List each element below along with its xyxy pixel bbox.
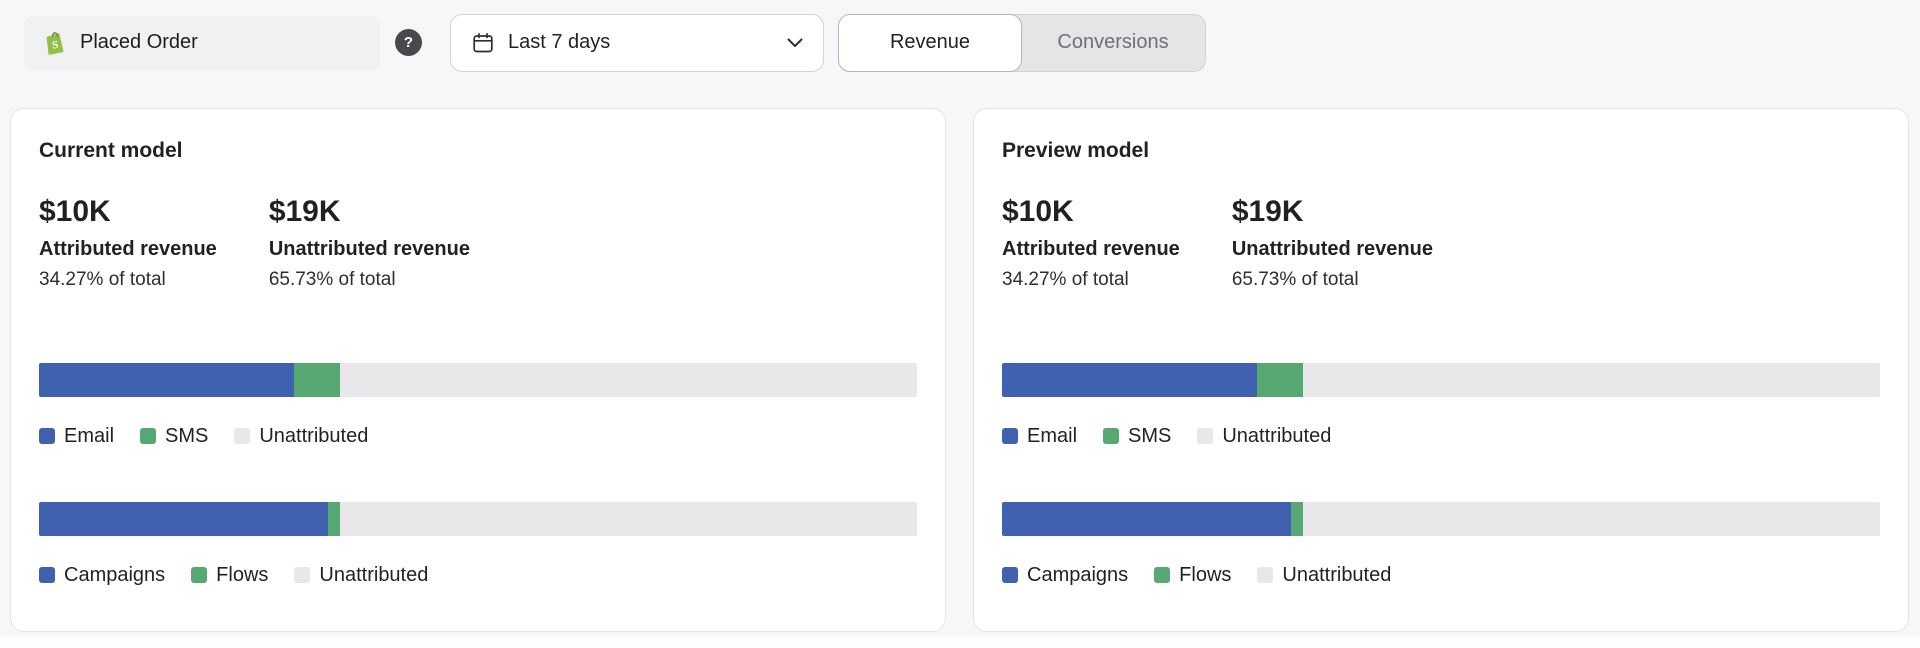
legend-label: SMS bbox=[1128, 425, 1171, 448]
date-range-dropdown[interactable]: Last 7 days bbox=[450, 14, 824, 72]
bar-segment-unattributed bbox=[1303, 363, 1880, 397]
legend-item-flows: Flows bbox=[1154, 564, 1231, 587]
channel-attribution-bar bbox=[39, 363, 917, 397]
metrics-row: $10K Attributed revenue 34.27% of total … bbox=[39, 195, 917, 291]
legend-label: Campaigns bbox=[1027, 564, 1128, 587]
date-range-label: Last 7 days bbox=[508, 31, 787, 54]
legend-label: Unattributed bbox=[319, 564, 428, 587]
bar-segment-email bbox=[1002, 363, 1257, 397]
bar-segment-sms bbox=[294, 363, 340, 397]
toggle-conversions-button[interactable]: Conversions bbox=[1021, 15, 1205, 71]
legend-label: Flows bbox=[1179, 564, 1231, 587]
unattributed-revenue-metric: $19K Unattributed revenue 65.73% of tota… bbox=[1232, 195, 1433, 291]
preview-model-card: Preview model $10K Attributed revenue 34… bbox=[973, 108, 1909, 632]
metric-title: Unattributed revenue bbox=[269, 238, 470, 261]
metric-subtext: 34.27% of total bbox=[39, 269, 217, 291]
toolbar: S Placed Order ? Last 7 days Revenue Con… bbox=[0, 0, 1920, 72]
legend-label: Flows bbox=[216, 564, 268, 587]
legend-swatch-green bbox=[140, 428, 156, 444]
legend-label: Unattributed bbox=[259, 425, 368, 448]
metric-subtext: 34.27% of total bbox=[1002, 269, 1180, 291]
metric-selector-pill[interactable]: S Placed Order bbox=[24, 16, 380, 70]
legend-swatch-green bbox=[1154, 567, 1170, 583]
legend-swatch-gray bbox=[1257, 567, 1273, 583]
chevron-down-icon bbox=[787, 38, 803, 48]
channel-legend: Email SMS Unattributed bbox=[39, 425, 917, 448]
metric-value: $19K bbox=[1232, 195, 1433, 230]
legend-swatch-green bbox=[191, 567, 207, 583]
bar-segment-flows bbox=[328, 502, 340, 536]
metric-title: Attributed revenue bbox=[39, 238, 217, 261]
next-section-edge bbox=[0, 636, 1920, 648]
toggle-revenue-button[interactable]: Revenue bbox=[838, 14, 1022, 72]
message-type-attribution-bar bbox=[1002, 502, 1880, 536]
legend-label: Campaigns bbox=[64, 564, 165, 587]
bar-segment-unattributed bbox=[340, 363, 917, 397]
metric-value: $19K bbox=[269, 195, 470, 230]
legend-item-email: Email bbox=[1002, 425, 1077, 448]
bar-segment-unattributed bbox=[340, 502, 917, 536]
legend-swatch-gray bbox=[1197, 428, 1213, 444]
card-title: Preview model bbox=[1002, 139, 1880, 163]
metric-label: Placed Order bbox=[80, 31, 198, 54]
legend-item-email: Email bbox=[39, 425, 114, 448]
view-toggle: Revenue Conversions bbox=[838, 14, 1206, 72]
legend-label: Unattributed bbox=[1222, 425, 1331, 448]
metric-value: $10K bbox=[1002, 195, 1180, 230]
legend-swatch-green bbox=[1103, 428, 1119, 444]
legend-item-campaigns: Campaigns bbox=[39, 564, 165, 587]
legend-label: Unattributed bbox=[1282, 564, 1391, 587]
legend-swatch-blue bbox=[39, 567, 55, 583]
message-type-attribution-bar bbox=[39, 502, 917, 536]
legend-item-campaigns: Campaigns bbox=[1002, 564, 1128, 587]
attributed-revenue-metric: $10K Attributed revenue 34.27% of total bbox=[39, 195, 217, 291]
metrics-row: $10K Attributed revenue 34.27% of total … bbox=[1002, 195, 1880, 291]
metric-subtext: 65.73% of total bbox=[1232, 269, 1433, 291]
legend-item-sms: SMS bbox=[140, 425, 208, 448]
metric-subtext: 65.73% of total bbox=[269, 269, 470, 291]
attributed-revenue-metric: $10K Attributed revenue 34.27% of total bbox=[1002, 195, 1180, 291]
bar-segment-flows bbox=[1291, 502, 1303, 536]
legend-item-unattributed: Unattributed bbox=[1197, 425, 1331, 448]
calendar-icon bbox=[471, 31, 495, 55]
metric-title: Unattributed revenue bbox=[1232, 238, 1433, 261]
legend-swatch-blue bbox=[1002, 567, 1018, 583]
legend-item-unattributed: Unattributed bbox=[1257, 564, 1391, 587]
metric-title: Attributed revenue bbox=[1002, 238, 1180, 261]
legend-item-unattributed: Unattributed bbox=[234, 425, 368, 448]
unattributed-revenue-metric: $19K Unattributed revenue 65.73% of tota… bbox=[269, 195, 470, 291]
bar-segment-email bbox=[39, 363, 294, 397]
message-type-legend: Campaigns Flows Unattributed bbox=[1002, 564, 1880, 587]
metric-value: $10K bbox=[39, 195, 217, 230]
model-comparison-cards: Current model $10K Attributed revenue 34… bbox=[0, 108, 1920, 632]
message-type-legend: Campaigns Flows Unattributed bbox=[39, 564, 917, 587]
legend-label: Email bbox=[64, 425, 114, 448]
shopify-icon: S bbox=[40, 29, 68, 57]
channel-legend: Email SMS Unattributed bbox=[1002, 425, 1880, 448]
legend-swatch-gray bbox=[294, 567, 310, 583]
help-glyph: ? bbox=[404, 34, 413, 51]
legend-label: Email bbox=[1027, 425, 1077, 448]
bar-segment-campaigns bbox=[39, 502, 328, 536]
legend-item-flows: Flows bbox=[191, 564, 268, 587]
legend-swatch-blue bbox=[1002, 428, 1018, 444]
bar-segment-unattributed bbox=[1303, 502, 1880, 536]
legend-item-unattributed: Unattributed bbox=[294, 564, 428, 587]
channel-attribution-bar bbox=[1002, 363, 1880, 397]
bar-segment-campaigns bbox=[1002, 502, 1291, 536]
bar-segment-sms bbox=[1257, 363, 1303, 397]
legend-label: SMS bbox=[165, 425, 208, 448]
card-title: Current model bbox=[39, 139, 917, 163]
current-model-card: Current model $10K Attributed revenue 34… bbox=[10, 108, 946, 632]
legend-swatch-gray bbox=[234, 428, 250, 444]
legend-swatch-blue bbox=[39, 428, 55, 444]
legend-item-sms: SMS bbox=[1103, 425, 1171, 448]
help-icon[interactable]: ? bbox=[395, 29, 422, 56]
